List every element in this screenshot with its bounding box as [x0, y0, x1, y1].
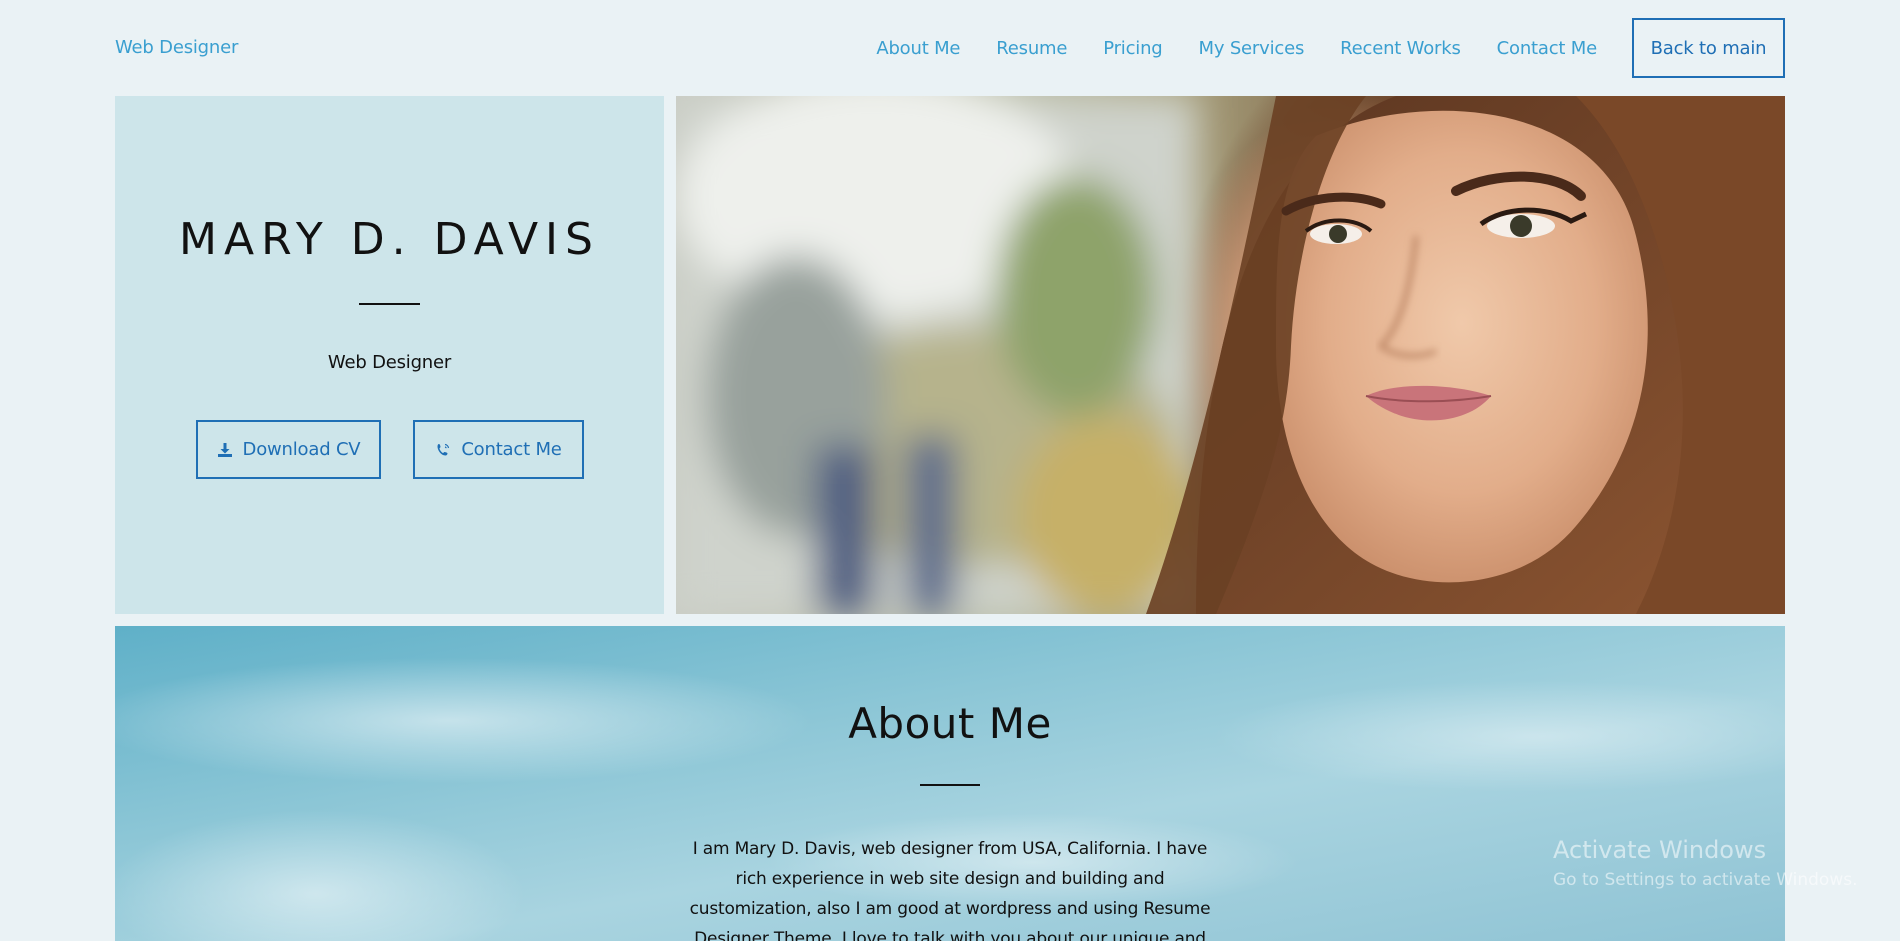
download-icon	[217, 442, 233, 458]
nav-my-services[interactable]: My Services	[1199, 38, 1305, 59]
nav-resume[interactable]: Resume	[996, 38, 1067, 59]
portrait-illustration	[676, 96, 1785, 614]
profile-name: MARY D. DAVIS	[179, 214, 600, 265]
watermark-line-2: Go to Settings to activate Windows.	[1553, 870, 1858, 890]
name-divider	[359, 303, 420, 305]
contact-me-button[interactable]: Contact Me	[413, 420, 584, 479]
hero-intro-panel: MARY D. DAVIS Web Designer Download CV C…	[115, 96, 664, 614]
download-cv-label: Download CV	[242, 439, 361, 460]
nav-pricing[interactable]: Pricing	[1103, 38, 1162, 59]
profile-title: Web Designer	[327, 352, 452, 373]
about-heading: About Me	[848, 699, 1052, 748]
profile-photo	[676, 96, 1785, 614]
nav-contact-me[interactable]: Contact Me	[1497, 38, 1598, 59]
windows-activation-watermark: Activate Windows Go to Settings to activ…	[1553, 836, 1858, 890]
about-section: About Me I am Mary D. Davis, web designe…	[115, 626, 1785, 941]
about-divider	[920, 784, 980, 786]
download-cv-button[interactable]: Download CV	[196, 420, 381, 479]
back-to-main-button[interactable]: Back to main	[1632, 18, 1785, 78]
nav-about-me[interactable]: About Me	[876, 38, 960, 59]
nav-recent-works[interactable]: Recent Works	[1340, 38, 1461, 59]
watermark-line-1: Activate Windows	[1553, 836, 1767, 864]
contact-me-label: Contact Me	[461, 439, 562, 460]
about-paragraph: I am Mary D. Davis, web designer from US…	[689, 839, 1211, 941]
main-nav: About Me Resume Pricing My Services Rece…	[840, 18, 1785, 78]
phone-icon	[435, 442, 451, 458]
site-header: Web Designer About Me Resume Pricing My …	[115, 0, 1785, 96]
brand-link[interactable]: Web Designer	[115, 37, 238, 58]
